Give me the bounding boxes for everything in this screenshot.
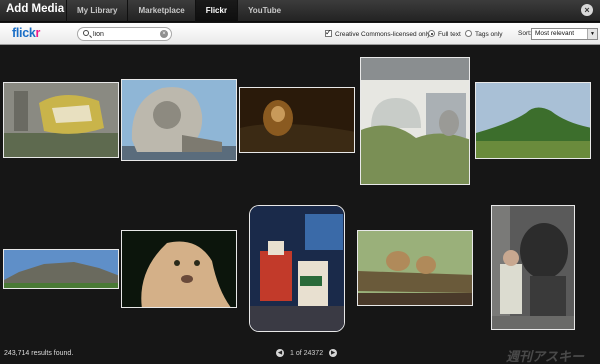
search-box[interactable]: × (77, 27, 172, 41)
photo-image (476, 83, 590, 158)
photo-thumbnail[interactable] (360, 57, 470, 185)
photo-image (250, 206, 344, 331)
tab-my-library[interactable]: My Library (66, 0, 127, 22)
photo-image (358, 231, 472, 305)
photo-image (4, 83, 118, 157)
sort-value: Most relevant (535, 30, 575, 37)
tab-marketplace[interactable]: Marketplace (127, 0, 194, 22)
tagsonly-option[interactable]: Tags only (465, 30, 502, 38)
photo-image (122, 80, 236, 160)
photo-thumbnail[interactable] (121, 230, 237, 308)
photo-image (122, 231, 236, 307)
photo-thumbnail[interactable] (121, 79, 237, 161)
results-count: 243,714 results found. (4, 350, 74, 357)
photo-thumbnail[interactable] (3, 249, 119, 289)
creative-commons-checkbox[interactable] (325, 28, 332, 37)
pagination: ◀ 1 of 24372 ▶ (270, 349, 343, 357)
search-input[interactable] (93, 29, 155, 39)
tab-flickr[interactable]: Flickr (194, 0, 238, 22)
fulltext-option[interactable]: Full text (428, 30, 461, 38)
photo-image (492, 206, 574, 329)
photo-thumbnail[interactable] (491, 205, 575, 330)
creative-commons-label: Creative Commons-licensed only (335, 31, 431, 38)
results-footer: 243,714 results found. ◀ 1 of 24372 ▶ 週刊… (0, 344, 600, 364)
clear-search-icon[interactable]: × (160, 30, 168, 38)
photo-thumbnail[interactable] (249, 205, 345, 332)
photo-image (361, 58, 469, 184)
tab-youtube[interactable]: YouTube (237, 0, 291, 22)
close-icon[interactable]: × (581, 4, 593, 16)
arrow-right-icon[interactable]: ▶ (329, 349, 338, 357)
photo-thumbnail[interactable] (3, 82, 119, 158)
sort-select[interactable]: Most relevant ▼ (531, 28, 598, 40)
photo-image (240, 88, 354, 152)
tagsonly-radio[interactable] (465, 30, 472, 37)
fulltext-label: Full text (438, 31, 461, 38)
source-tabs: My Library Marketplace Flickr YouTube (66, 0, 291, 22)
tagsonly-label: Tags only (475, 31, 503, 38)
results-grid (0, 46, 600, 344)
flickr-logo: flickr (12, 26, 40, 40)
dialog-title: Add Media (6, 3, 65, 15)
watermark: 週刊アスキー (505, 349, 584, 364)
photo-thumbnail[interactable] (475, 82, 591, 159)
search-icon (83, 30, 89, 36)
photo-thumbnail[interactable] (239, 87, 355, 153)
search-toolbar: flickr × Creative Commons-licensed only … (0, 23, 600, 45)
sort-label: Sort: (518, 30, 532, 37)
page-info: 1 of 24372 (290, 349, 324, 357)
chevron-down-icon: ▼ (587, 29, 597, 39)
logo-text-main: flick (12, 26, 36, 40)
title-bar: Add Media My Library Marketplace Flickr … (0, 0, 600, 22)
creative-commons-option[interactable]: Creative Commons-licensed only (325, 28, 431, 38)
photo-image (4, 250, 118, 288)
logo-text-accent: r (35, 26, 41, 40)
photo-thumbnail[interactable] (357, 230, 473, 306)
fulltext-radio[interactable] (428, 30, 435, 37)
arrow-left-icon[interactable]: ◀ (276, 349, 284, 357)
